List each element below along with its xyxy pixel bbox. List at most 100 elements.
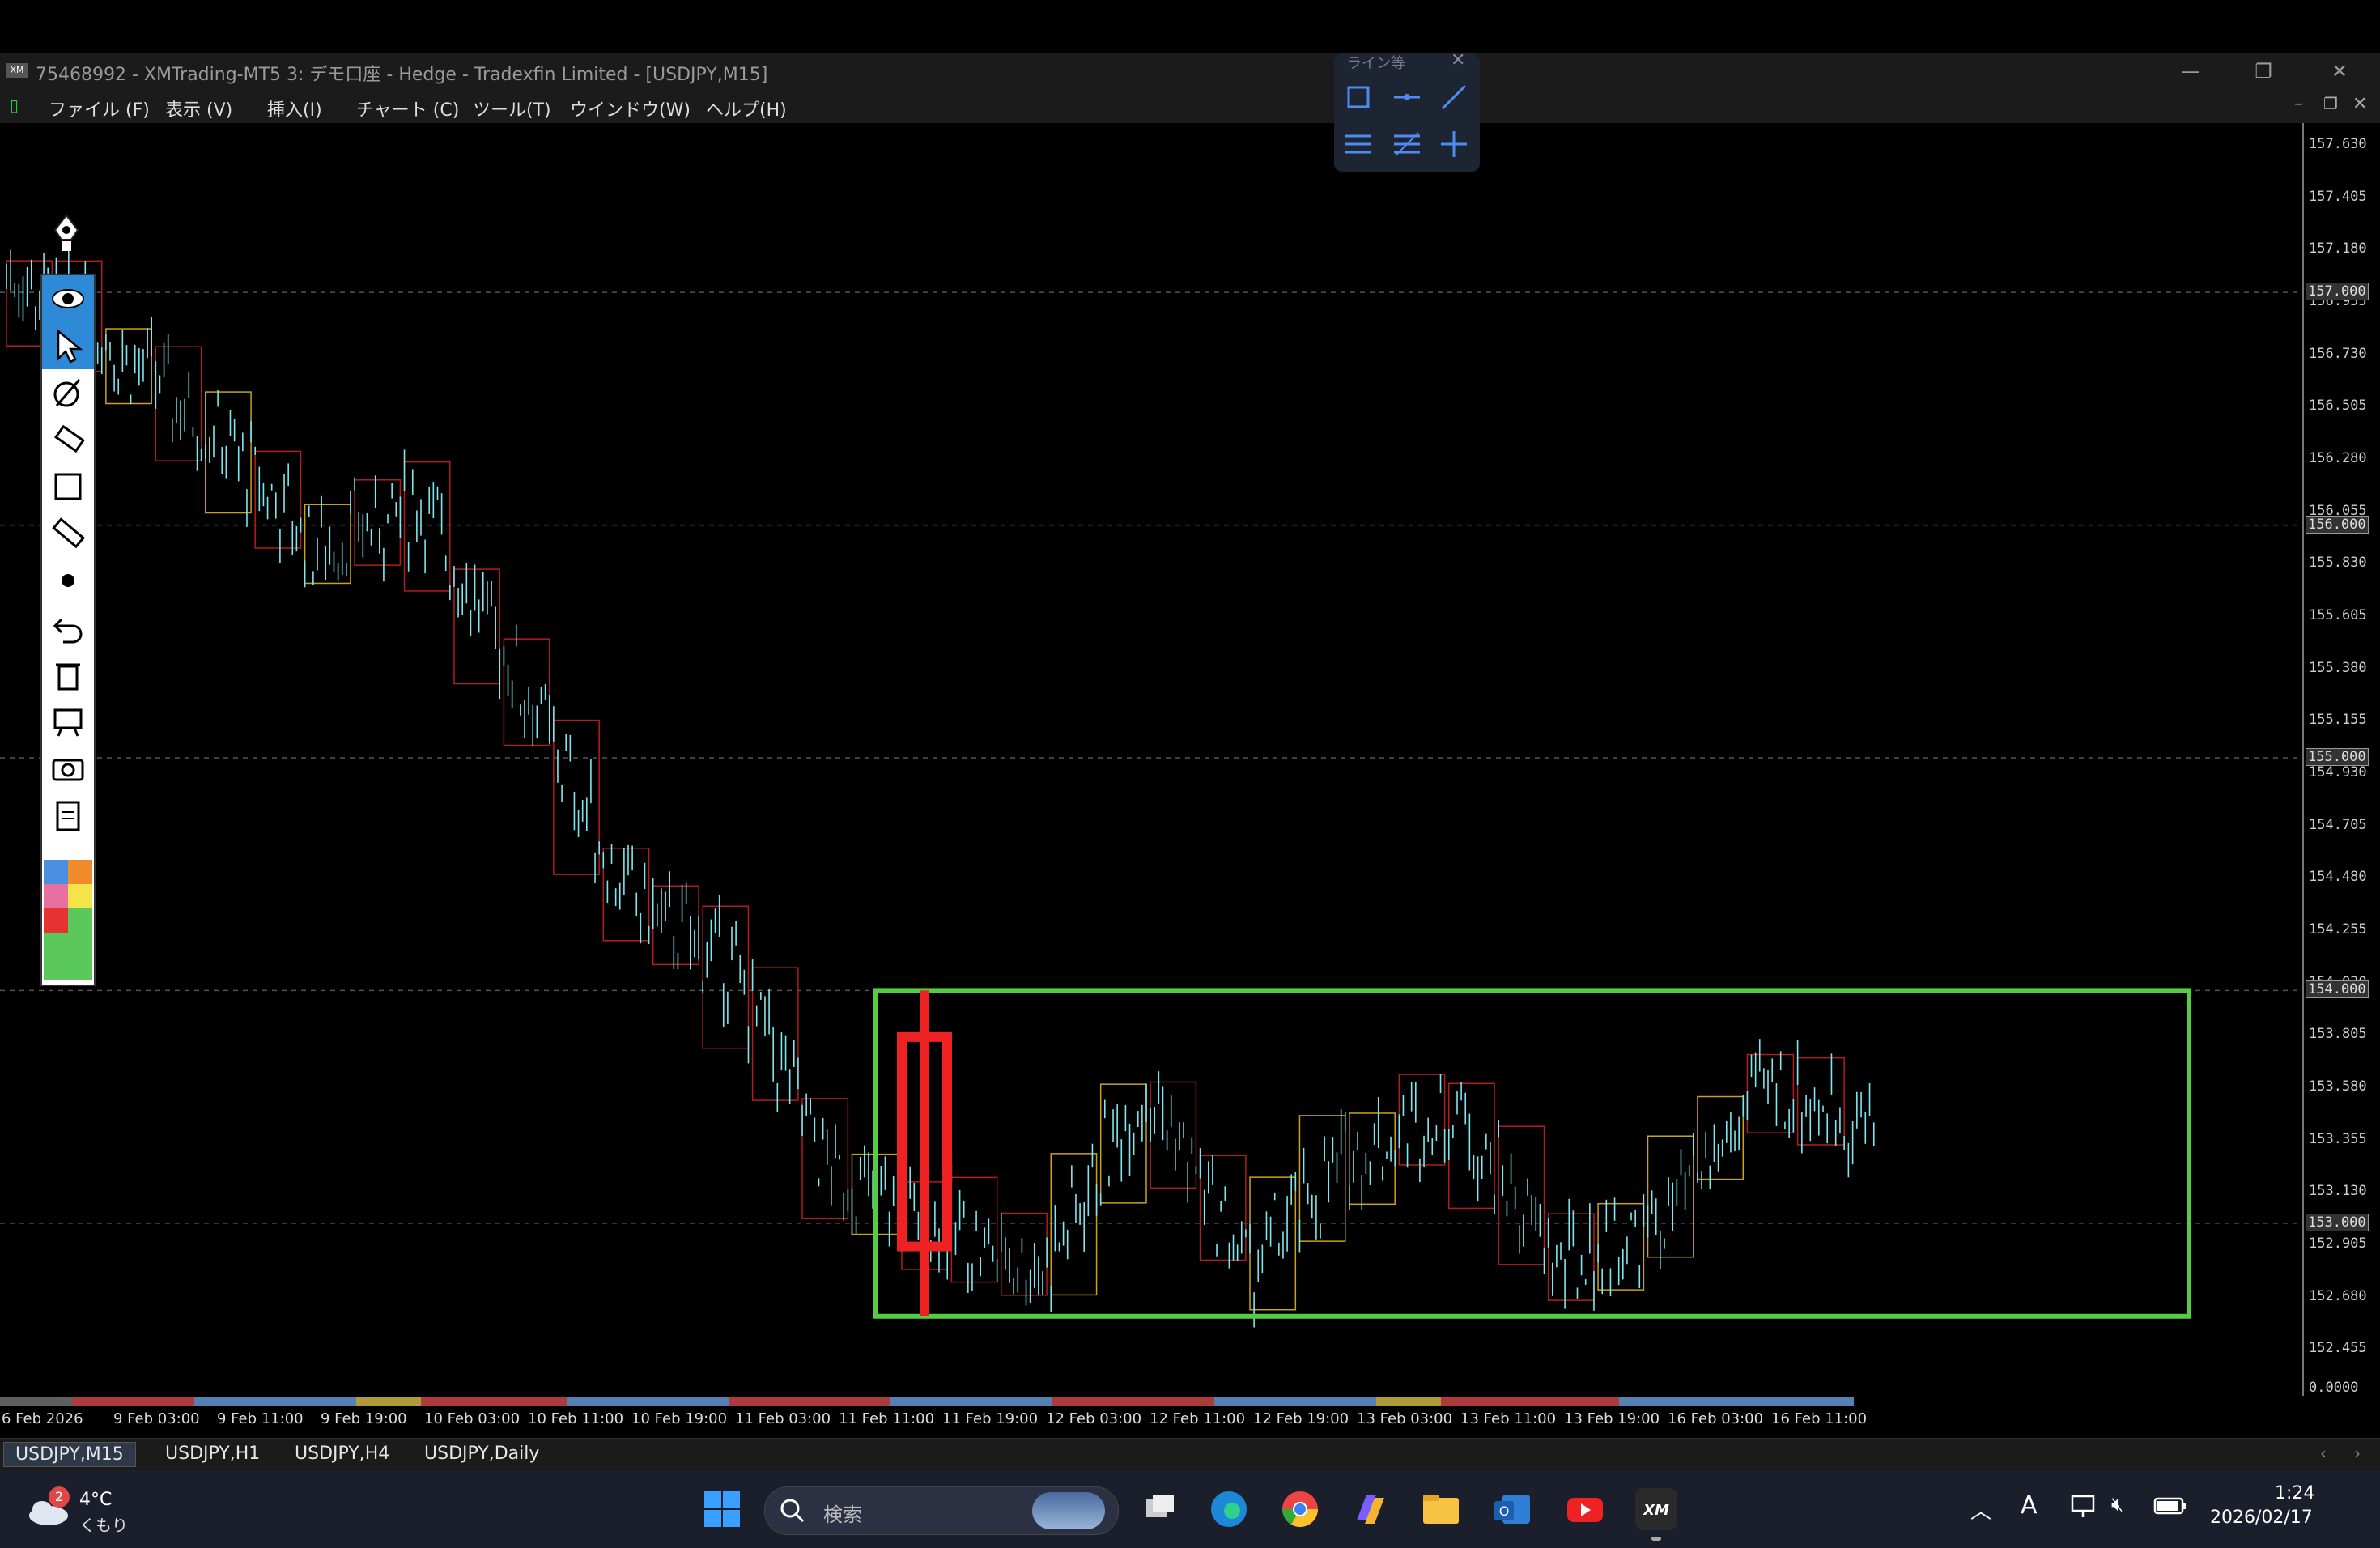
title-bar: XM 75468992 - XMTrading-MT5 3: デモ口座 - He…: [0, 53, 2380, 91]
search-icon: [780, 1499, 805, 1523]
time-label: 12 Feb 11:00: [1150, 1410, 1246, 1427]
chart-menu-icon[interactable]: ▯: [10, 96, 28, 115]
highlighter-icon[interactable]: [42, 416, 94, 463]
tab-usdjpy-m15[interactable]: USDJPY,M15: [3, 1442, 136, 1467]
htf-candle-box-384: [1597, 1202, 1645, 1291]
undo-icon[interactable]: [42, 604, 94, 651]
minimize-button[interactable]: —: [2166, 57, 2215, 86]
drawing-tool-panel: [40, 274, 96, 986]
restore-button[interactable]: ❐: [2239, 57, 2288, 86]
htf-candle-box-408: [1697, 1095, 1745, 1180]
time-label: 13 Feb 11:00: [1460, 1410, 1557, 1427]
price-label: 153.355: [2309, 1130, 2367, 1147]
line-toolbar-close-button[interactable]: ✕: [1451, 50, 1465, 70]
chart-restore-button[interactable]: ❐: [2323, 94, 2338, 113]
time-label: 13 Feb 19:00: [1564, 1410, 1660, 1427]
menu-tools[interactable]: ツール(T): [473, 96, 551, 121]
htf-candle-box-432: [1796, 1057, 1845, 1146]
ruler-icon[interactable]: [42, 510, 94, 557]
chrome-browser-icon[interactable]: [1279, 1488, 1321, 1530]
close-button[interactable]: ✕: [2315, 57, 2364, 86]
youtube-icon[interactable]: [1564, 1488, 1606, 1530]
price-label: 156.730: [2309, 345, 2367, 362]
weather-temp: 4°C: [79, 1490, 113, 1510]
dot-icon[interactable]: [42, 557, 94, 604]
color-swatch-blue[interactable]: [44, 860, 68, 884]
xm-app-icon[interactable]: XM: [1635, 1488, 1677, 1530]
tab-usdjpy-h1[interactable]: USDJPY,H1: [154, 1442, 271, 1465]
search-box[interactable]: 検索: [764, 1486, 1119, 1535]
menu-window[interactable]: ウインドウ(W): [570, 96, 691, 121]
chart-close-button[interactable]: ✕: [2352, 94, 2367, 114]
edge-browser-icon[interactable]: [1208, 1488, 1250, 1530]
menu-file[interactable]: ファイル (F): [49, 96, 150, 121]
eye-icon[interactable]: [42, 275, 94, 322]
search-placeholder: 検索: [823, 1503, 862, 1526]
htf-candle-box-192: [801, 1098, 849, 1220]
htf-candle-box-372: [1547, 1213, 1595, 1301]
outlook-icon[interactable]: O: [1491, 1488, 1533, 1530]
weather-desc: くもり: [79, 1516, 128, 1535]
tab-scroll-right-icon[interactable]: ›: [2354, 1444, 2361, 1463]
weather-widget[interactable]: 2 4°C くもり: [26, 1486, 139, 1535]
clipboard-icon[interactable]: [42, 792, 94, 839]
price-label: 157.405: [2309, 188, 2367, 205]
time-label: 6 Feb 2026: [2, 1410, 83, 1427]
menu-view[interactable]: 表示 (V): [165, 96, 232, 121]
color-swatch-red[interactable]: [44, 908, 68, 933]
htf-candle-box-360: [1498, 1125, 1545, 1265]
board-icon[interactable]: [42, 698, 94, 745]
tab-usdjpy-h4[interactable]: USDJPY,H4: [283, 1442, 401, 1465]
price-label: 155.605: [2309, 607, 2367, 624]
clock-date[interactable]: 2026/02/17: [2210, 1508, 2313, 1528]
tab-usdjpy-daily[interactable]: USDJPY,Daily: [413, 1442, 550, 1465]
menu-bar: ▯ ファイル (F) 表示 (V) 挿入(I) チャート (C) ツール(T) …: [0, 91, 2380, 123]
fibonacci-icon[interactable]: [1391, 128, 1423, 160]
trendline-icon[interactable]: [1438, 81, 1470, 113]
eraser-ring-icon[interactable]: [42, 369, 94, 416]
menu-chart[interactable]: チャート (C): [356, 96, 459, 121]
htf-candle-box-24: [105, 328, 152, 405]
time-label: 9 Feb 03:00: [113, 1410, 200, 1427]
price-chart[interactable]: [0, 123, 2302, 1396]
time-label: 12 Feb 19:00: [1253, 1410, 1349, 1427]
color-swatch-green[interactable]: [44, 933, 92, 980]
crosshair-icon[interactable]: [1438, 128, 1470, 160]
rectangle-icon[interactable]: [42, 463, 94, 510]
network-icon[interactable]: [2069, 1493, 2098, 1522]
tab-scroll-left-icon[interactable]: ‹: [2320, 1444, 2327, 1463]
task-view-icon[interactable]: [1138, 1488, 1180, 1530]
htf-candle-box-288: [1199, 1155, 1247, 1261]
line-toolbar: ライン等 ✕: [1334, 50, 1480, 172]
color-swatch-orange[interactable]: [68, 860, 92, 884]
price-label: 154.930: [2309, 764, 2367, 781]
tray-chevron-up-icon[interactable]: ︿: [1970, 1495, 1991, 1525]
input-method-icon[interactable]: A: [2021, 1491, 2038, 1520]
volume-muted-icon[interactable]: 🔇︎: [2111, 1493, 2123, 1516]
channel-icon[interactable]: [1342, 128, 1375, 160]
horizontal-line-icon[interactable]: [1391, 81, 1423, 113]
rectangle-select-icon[interactable]: [1342, 81, 1375, 113]
color-swatch-green-2[interactable]: [68, 908, 92, 933]
chart-canvas[interactable]: [0, 123, 2302, 1396]
color-swatch-pink[interactable]: [44, 884, 68, 908]
color-swatch-yellow[interactable]: [68, 884, 92, 908]
pen-icon[interactable]: [50, 212, 83, 254]
start-icon[interactable]: [701, 1488, 743, 1530]
file-explorer-icon[interactable]: [1420, 1488, 1462, 1530]
battery-icon[interactable]: [2153, 1496, 2187, 1519]
trash-icon[interactable]: [42, 651, 94, 698]
htf-candle-box-348: [1448, 1082, 1495, 1210]
clock-time[interactable]: 1:24: [2275, 1483, 2314, 1503]
price-label: 155.155: [2309, 712, 2367, 729]
chart-minimize-button[interactable]: –: [2294, 94, 2303, 114]
price-label: 153.130: [2309, 1183, 2367, 1200]
copilot-icon[interactable]: [1349, 1488, 1391, 1530]
menu-help[interactable]: ヘルプ(H): [706, 96, 787, 121]
cursor-icon[interactable]: [42, 322, 94, 369]
price-label: 156.505: [2309, 398, 2367, 415]
camera-icon[interactable]: [42, 745, 94, 792]
price-label: 152.905: [2309, 1235, 2367, 1252]
weather-badge: 2: [49, 1486, 70, 1508]
menu-insert[interactable]: 挿入(I): [267, 96, 322, 121]
